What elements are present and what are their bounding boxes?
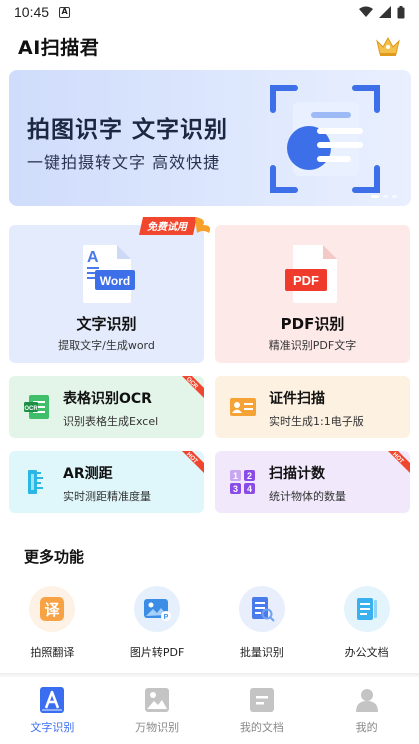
tab-object-recognition[interactable]: 万物识别 <box>105 677 210 744</box>
id-card-icon <box>230 398 256 416</box>
excel-icon: OCR <box>24 395 49 419</box>
tab-label: 我的 <box>355 721 378 734</box>
tab-label: 文字识别 <box>30 721 75 734</box>
hot-ribbon: HOT <box>182 451 204 473</box>
text-a-icon <box>40 687 65 713</box>
ar-measure-title: AR测距 <box>63 466 113 482</box>
word-icon-text: Word <box>99 274 129 288</box>
ar-measure-desc: 实时测距精准度量 <box>63 490 151 503</box>
more-item-photo-translate[interactable]: 译 拍照翻译 <box>0 586 105 660</box>
word-doc-icon: A Word <box>82 245 135 303</box>
vip-crown-icon[interactable] <box>375 35 401 57</box>
image-to-pdf-icon: P <box>134 586 181 632</box>
pdf-recognition-card[interactable]: PDF PDF识别 精准识别PDF文字 <box>215 225 410 363</box>
hot-ribbon: HOT <box>388 451 410 473</box>
counter-icon: 1 2 3 4 <box>230 470 255 494</box>
translate-icon: 译 <box>29 586 76 632</box>
free-trial-tag: 免费试用 <box>139 217 211 235</box>
scan-count-title: 扫描计数 <box>269 466 325 482</box>
banner-pager-dot <box>383 195 388 198</box>
more-features-heading: 更多功能 <box>24 548 85 566</box>
more-item-office-docs[interactable]: 办公文档 <box>314 586 419 660</box>
more-item-label: 办公文档 <box>344 646 389 659</box>
wifi-icon <box>359 6 373 17</box>
more-item-label: 拍照翻译 <box>30 646 75 659</box>
pdf-recognition-title: PDF识别 <box>280 315 345 333</box>
ar-measure-card[interactable]: AR测距 实时测距精准度量 HOT <box>9 451 204 513</box>
tab-label: 万物识别 <box>135 721 180 734</box>
status-time: 10:45 <box>14 4 50 20</box>
status-bar: 10:45 A <box>0 0 419 24</box>
tab-text-recognition[interactable]: 文字识别 <box>0 677 105 744</box>
app-bar: AI扫描君 <box>0 24 419 68</box>
batch-scan-icon <box>238 586 285 632</box>
more-features-list: 译 拍照翻译 P 图片转PDF 批量识别 办公文档 <box>0 586 419 660</box>
notification-badge-icon: A <box>59 6 71 18</box>
ocr-ribbon: OCR <box>182 376 204 398</box>
counter-digit: 4 <box>247 484 252 494</box>
scan-count-desc: 统计物体的数量 <box>269 490 346 503</box>
id-scan-card[interactable]: 证件扫描 实时生成1:1电子版 <box>215 376 410 438</box>
pdf-doc-icon: PDF <box>284 245 337 303</box>
text-recognition-card[interactable]: A Word 文字识别 提取文字/生成word <box>9 225 204 363</box>
banner-pager-dot <box>371 195 379 198</box>
banner-pager <box>371 195 397 198</box>
office-doc-icon <box>343 586 390 632</box>
more-item-batch-scan[interactable]: 批量识别 <box>210 586 315 660</box>
bottom-tab-bar: 文字识别 万物识别 我的文档 我的 <box>0 677 419 744</box>
more-item-label: 图片转PDF <box>129 646 185 659</box>
table-ocr-card[interactable]: OCR 表格识别OCR 识别表格生成Excel OCR <box>9 376 204 438</box>
pdf-icon-text: PDF <box>293 273 319 288</box>
id-scan-desc: 实时生成1:1电子版 <box>269 415 364 428</box>
scan-document-illustration-icon <box>270 85 380 193</box>
free-trial-label: 免费试用 <box>147 221 189 233</box>
svg-text:A: A <box>87 249 99 266</box>
person-icon <box>355 689 378 712</box>
app-title: AI扫描君 <box>18 36 100 59</box>
svg-text:P: P <box>164 614 169 621</box>
tab-profile[interactable]: 我的 <box>314 677 419 744</box>
banner-subline: 一键拍摄转文字 高效快捷 <box>27 153 221 172</box>
ruler-icon <box>28 470 43 494</box>
counter-digit: 3 <box>233 484 238 494</box>
pdf-recognition-desc: 精准识别PDF文字 <box>268 339 357 352</box>
scan-count-card[interactable]: 1 2 3 4 扫描计数 统计物体的数量 HOT <box>215 451 410 513</box>
translate-glyph: 译 <box>45 601 61 619</box>
table-ocr-desc: 识别表格生成Excel <box>63 415 159 428</box>
more-item-label: 批量识别 <box>239 646 284 659</box>
banner-pager-dot <box>392 195 397 198</box>
document-icon <box>249 688 274 712</box>
signal-icon <box>379 6 391 18</box>
battery-icon <box>397 5 405 18</box>
promo-banner[interactable]: 拍图识字 文字识别 一键拍摄转文字 高效快捷 <box>9 70 411 206</box>
text-recognition-title: 文字识别 <box>76 315 137 333</box>
table-ocr-title: 表格识别OCR <box>63 391 152 407</box>
more-item-image-to-pdf[interactable]: P 图片转PDF <box>105 586 210 660</box>
banner-headline: 拍图识字 文字识别 <box>27 117 229 143</box>
svg-text:OCR: OCR <box>24 406 38 412</box>
text-recognition-desc: 提取文字/生成word <box>58 339 155 352</box>
tab-my-documents[interactable]: 我的文档 <box>210 677 315 744</box>
tab-label: 我的文档 <box>239 721 284 734</box>
id-scan-title: 证件扫描 <box>269 391 325 407</box>
counter-digit: 1 <box>233 471 238 481</box>
counter-digit: 2 <box>247 471 252 481</box>
image-icon <box>145 688 170 712</box>
